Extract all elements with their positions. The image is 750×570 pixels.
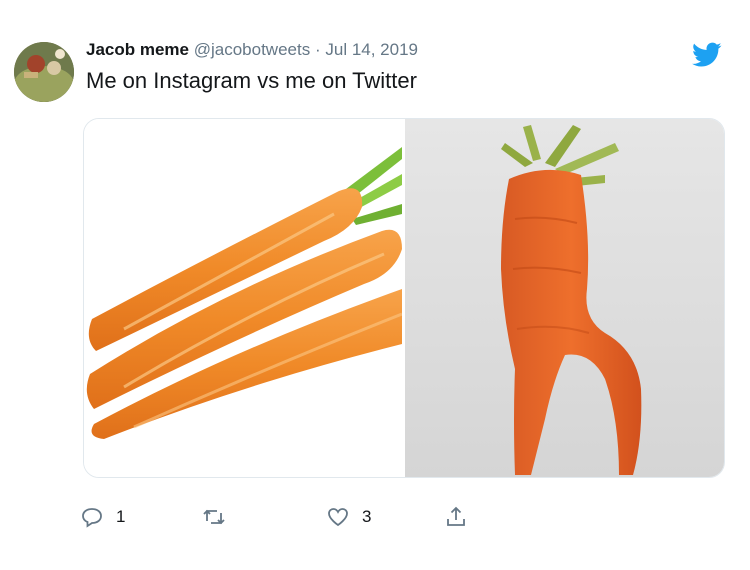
tweet-media[interactable] [83,118,725,478]
avatar-image [14,42,74,102]
like-button[interactable]: 3 [326,502,371,532]
author-handle[interactable]: @jacobotweets [194,40,311,59]
reply-button[interactable]: 1 [80,502,125,532]
media-photo-twitter-carrot[interactable] [405,119,724,477]
reply-count: 1 [116,507,126,526]
tweet-card: Jacob meme @jacobotweets · Jul 14, 2019 … [0,0,750,570]
retweet-icon [202,505,226,529]
heart-icon [326,505,350,529]
like-count: 3 [362,507,372,526]
twitter-bird-icon[interactable] [692,42,722,68]
tweet-header: Jacob meme @jacobotweets · Jul 14, 2019 [86,40,418,60]
separator-dot: · [314,40,321,59]
reply-icon [80,505,104,529]
avatar[interactable] [14,42,74,102]
retweet-button[interactable] [202,502,238,532]
media-photo-instagram-carrots[interactable] [84,119,402,477]
tweet-text: Me on Instagram vs me on Twitter [86,68,417,93]
author-name[interactable]: Jacob meme [86,40,189,59]
tweet-actions: 1 3 [80,502,500,532]
share-button[interactable] [444,502,468,532]
share-icon [444,505,468,529]
tweet-date[interactable]: Jul 14, 2019 [325,40,418,59]
